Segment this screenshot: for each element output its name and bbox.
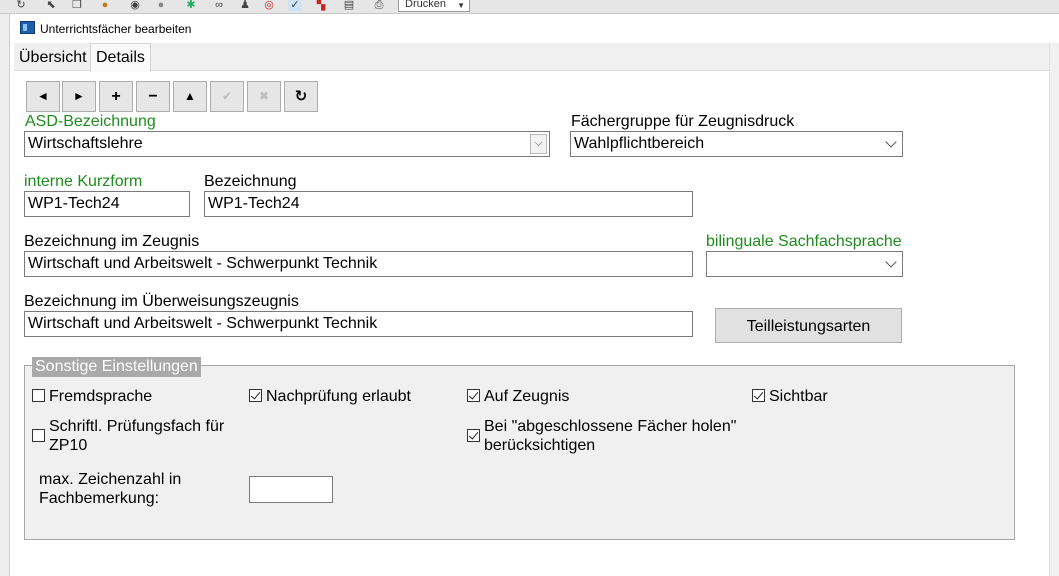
- next-record-button[interactable]: ►: [62, 81, 96, 112]
- bezeichnung-label: Bezeichnung: [204, 173, 297, 190]
- asd-label: ASD-Bezeichnung: [25, 113, 156, 130]
- move-up-button[interactable]: ▲: [173, 81, 207, 112]
- print-dropdown-label: Drucken: [405, 0, 446, 10]
- group-title: Sonstige Einstellungen: [32, 357, 201, 377]
- zeugnis-input[interactable]: Wirtschaft und Arbeitswelt - Schwerpunkt…: [24, 251, 693, 277]
- user-icon[interactable]: ●: [98, 0, 112, 11]
- left-panel-edge: [0, 14, 10, 576]
- window-title: Unterrichtsfächer bearbeiten: [40, 22, 192, 36]
- tab-details[interactable]: Details: [90, 43, 151, 72]
- abgeschlossene-checkbox[interactable]: [467, 429, 480, 442]
- pruefungsfach-label-line1: Schriftl. Prüfungsfach für: [49, 418, 225, 435]
- checklist-icon[interactable]: ✓: [288, 0, 302, 11]
- main-toolbar: ↻ ⬉ ❐ ● ◉ ● ✱ ∞ ♟ ◎ ✓ ▚ ▤ ⎙ Drucken ▼: [0, 0, 1059, 14]
- faechergruppe-select[interactable]: Wahlpflichtbereich: [570, 131, 903, 157]
- nachpruefung-checkbox[interactable]: [249, 389, 262, 402]
- binoculars-icon[interactable]: ∞: [212, 0, 226, 11]
- faechergruppe-label: Fächergruppe für Zeugnisdruck: [571, 113, 795, 130]
- refresh-icon: ↻: [294, 88, 308, 105]
- arrow-right-icon: ►: [73, 89, 85, 103]
- kurzform-label: interne Kurzform: [24, 173, 143, 190]
- right-scrollbar[interactable]: [1049, 43, 1059, 576]
- cursor-icon[interactable]: ⬉: [44, 0, 58, 11]
- abgeschlossene-label-line2: berücksichtigen: [484, 437, 596, 454]
- chevron-down-icon: [885, 256, 897, 268]
- chevron-down-icon[interactable]: ⌵: [530, 134, 547, 154]
- cancel-button[interactable]: ✖: [247, 81, 281, 112]
- pruefungsfach-label-line2: ZP10: [49, 437, 88, 454]
- teilleistungsarten-button[interactable]: Teilleistungsarten: [715, 308, 902, 343]
- sichtbar-checkbox[interactable]: [752, 389, 765, 402]
- nachpruefung-label: Nachprüfung erlaubt: [266, 388, 411, 405]
- globe-icon[interactable]: ●: [154, 0, 168, 11]
- triangle-up-icon: ▲: [184, 89, 196, 103]
- print-dropdown[interactable]: Drucken ▼: [398, 0, 470, 12]
- fremdsprache-checkbox[interactable]: [32, 389, 45, 402]
- bezeichnung-input[interactable]: WP1-Tech24: [204, 191, 693, 217]
- zeugnis-label: Bezeichnung im Zeugnis: [24, 233, 200, 250]
- tools-icon[interactable]: ✱: [184, 0, 198, 11]
- ueberweisung-label: Bezeichnung im Überweisungszeugnis: [24, 293, 299, 310]
- refresh-icon[interactable]: ↻: [14, 0, 28, 11]
- asd-combobox[interactable]: Wirtschaftslehre ⌵: [24, 131, 550, 157]
- arrow-left-icon: ◄: [37, 89, 49, 103]
- first-record-button[interactable]: ◄: [26, 81, 60, 112]
- confirm-button[interactable]: ✔: [210, 81, 244, 112]
- fremdsprache-label: Fremdsprache: [49, 388, 153, 405]
- faechergruppe-value: Wahlpflichtbereich: [574, 135, 705, 152]
- people-icon[interactable]: ♟: [238, 0, 252, 11]
- auf-zeugnis-checkbox[interactable]: [467, 389, 480, 402]
- bilingual-label: bilinguale Sachfachsprache: [706, 233, 902, 250]
- checkmark-icon: ✔: [221, 89, 233, 103]
- asd-value: Wirtschaftslehre: [28, 135, 143, 152]
- tab-uebersicht[interactable]: Übersicht: [14, 43, 92, 71]
- minus-icon: −: [148, 88, 158, 105]
- sichtbar-label: Sichtbar: [769, 388, 828, 405]
- close-icon: ✖: [258, 89, 270, 103]
- window-icon: [20, 21, 35, 34]
- max-zeichen-input[interactable]: [249, 476, 333, 503]
- kurzform-input[interactable]: WP1-Tech24: [24, 191, 190, 217]
- max-zeichen-label-line2: Fachbemerkung:: [39, 490, 160, 507]
- database-icon[interactable]: ◉: [128, 0, 142, 11]
- max-zeichen-label-line1: max. Zeichenzahl in: [39, 471, 182, 488]
- chevron-down-icon: [885, 136, 897, 148]
- bilingual-select[interactable]: [706, 251, 903, 277]
- refresh-button[interactable]: ↻: [284, 81, 318, 112]
- add-record-button[interactable]: +: [99, 81, 133, 112]
- plus-icon: +: [111, 88, 121, 105]
- copy-icon[interactable]: ❐: [70, 0, 84, 11]
- chart-icon[interactable]: ▚: [314, 0, 328, 11]
- tab-strip: Übersicht Details: [14, 43, 1059, 72]
- delete-record-button[interactable]: −: [136, 81, 170, 112]
- printer-icon[interactable]: ⎙: [372, 0, 386, 11]
- alarm-icon[interactable]: ◎: [262, 0, 276, 11]
- chevron-down-icon: ▼: [457, 1, 465, 10]
- report-icon[interactable]: ▤: [342, 0, 356, 11]
- auf-zeugnis-label: Auf Zeugnis: [484, 388, 570, 405]
- pruefungsfach-checkbox[interactable]: [32, 429, 45, 442]
- abgeschlossene-label-line1: Bei "abgeschlossene Fächer holen": [484, 418, 737, 435]
- ueberweisung-input[interactable]: Wirtschaft und Arbeitswelt - Schwerpunkt…: [24, 311, 693, 337]
